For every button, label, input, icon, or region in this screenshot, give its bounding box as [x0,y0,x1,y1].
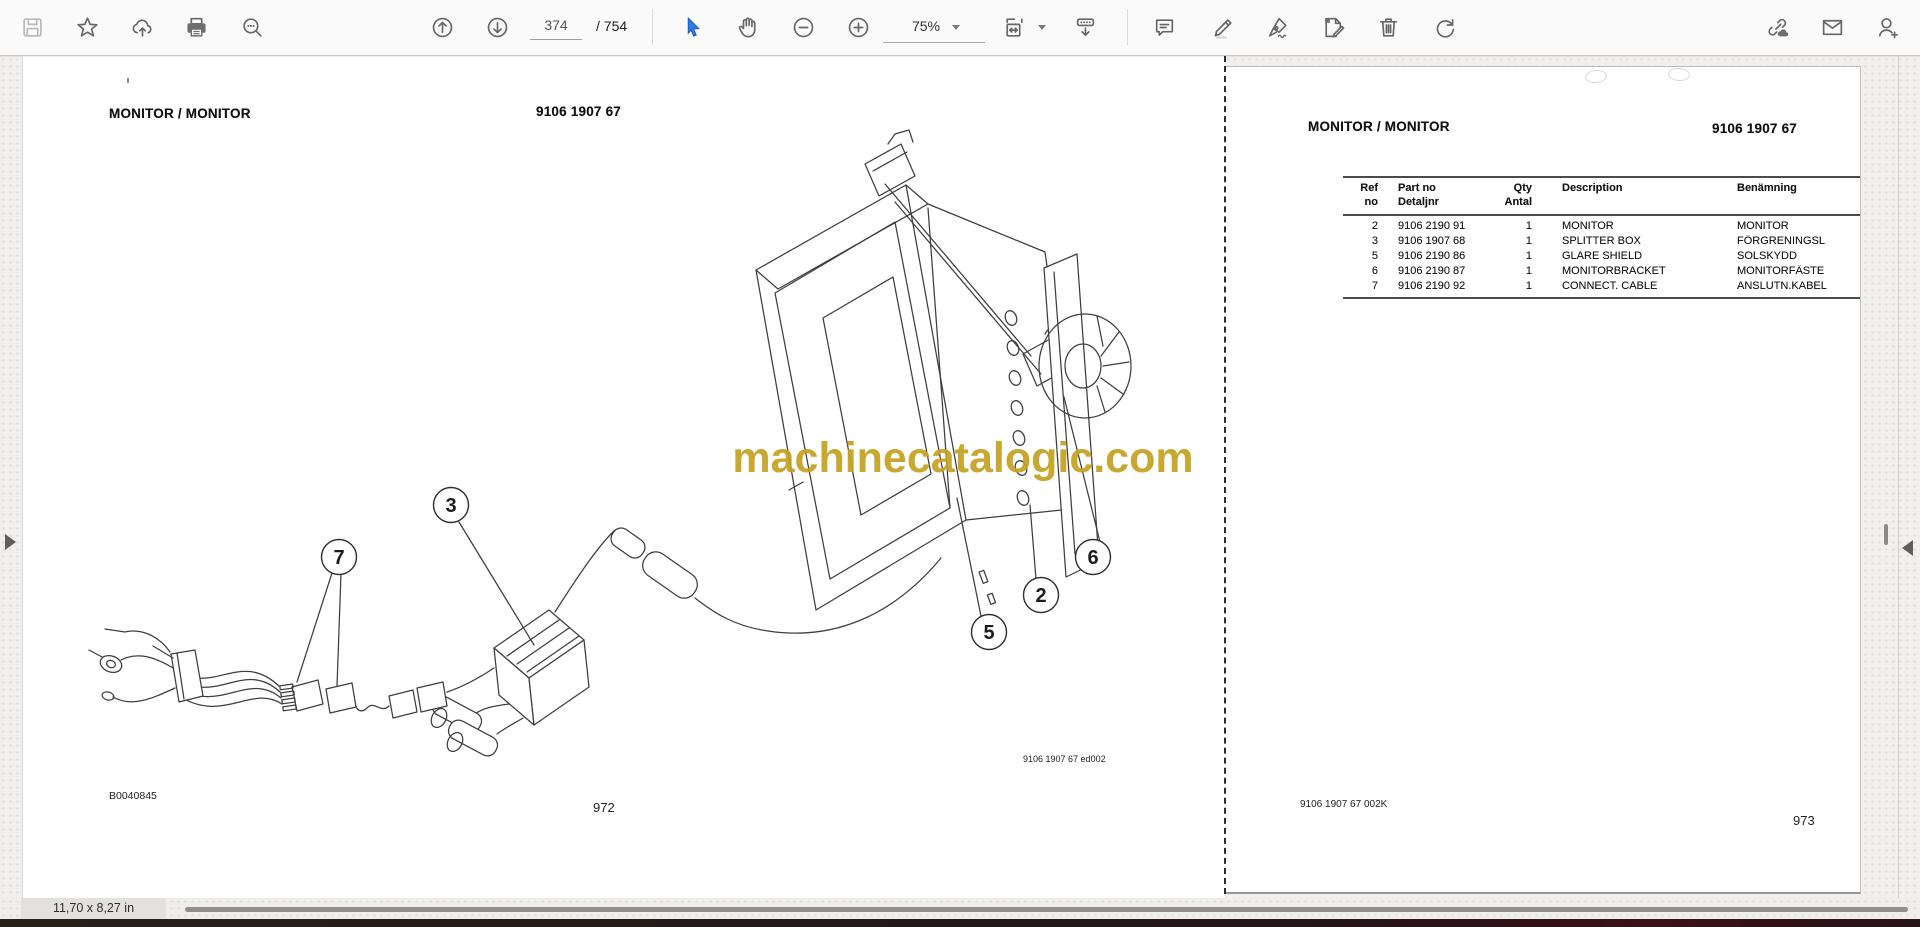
rotate-right-icon [1436,18,1454,38]
vertical-scrollbar-thumb[interactable] [1884,524,1888,545]
hand-icon [738,17,756,38]
edit-page-icon [1324,17,1344,38]
print-button[interactable] [182,13,210,41]
link-cloud-icon [1767,18,1788,36]
svg-text:6: 6 [1087,547,1098,569]
save-icon [22,17,42,37]
zoom-underline [883,42,985,43]
highlighter-icon [1214,18,1232,39]
trash-icon [1379,17,1397,37]
continuous-scroll-button[interactable] [1071,13,1099,41]
taskbar-edge [0,919,1920,927]
zoom-in-button[interactable] [844,13,872,41]
right-panel-divider [1898,56,1899,902]
zoom-out-button[interactable] [789,13,817,41]
share-link-button[interactable] [1763,13,1791,41]
drawing-ref: 9106 1907 67 ed002 [1023,754,1106,764]
cursor-icon [687,16,700,37]
zoom-in-icon [848,17,868,37]
person-add-icon [1878,17,1898,38]
add-contact-button[interactable] [1873,13,1901,41]
svg-text:3: 3 [445,495,456,517]
right-footer-ref: 9106 1907 67 002K [1300,799,1388,810]
toolbar: 374 / 754 75% [0,0,1920,56]
cloud-upload-icon [132,19,151,37]
figure-code: B0040845 [109,790,157,802]
zoom-level-value[interactable]: 75% [885,12,940,40]
pdf-page-left: MONITOR / MONITOR 9106 1907 67 3 7 5 2 6… [22,56,1225,898]
select-tool-button[interactable] [679,13,707,41]
right-page-doc-number: 9106 1907 67 [1712,121,1797,136]
horizontal-scrollbar-thumb[interactable] [185,907,1908,912]
header-part-no: Part no Detaljnr [1398,182,1439,208]
table-row: 6 9106 2190 87 1 MONITORBRACKET MONITORF… [1371,264,1825,277]
header-qty: Qty Antal [1504,182,1533,208]
table-row: 3 9106 1907 68 1 SPLITTER BOX FÖRGRENING… [1371,234,1826,247]
fit-page-caret[interactable] [1038,25,1046,30]
header-description: Description [1562,182,1623,194]
header-ref: Ref no [1360,182,1378,208]
callout-2: 2 [1022,576,1060,614]
zoom-out-icon [793,17,813,37]
search-icon [242,17,262,37]
page-divider [1224,56,1226,894]
right-page-number: 973 [1793,813,1815,828]
page-up-icon [432,17,452,37]
comment-button[interactable] [1150,13,1178,41]
pdf-page-right: MONITOR / MONITOR 9106 1907 67 Ref no Par… [1225,66,1861,894]
share-upload-button[interactable] [128,13,156,41]
previous-page-button[interactable] [428,13,456,41]
right-panel-expand-handle[interactable] [1902,540,1913,556]
zoom-dropdown-caret[interactable] [952,25,960,30]
page-down-icon [487,17,507,37]
delete-button[interactable] [1374,13,1402,41]
edit-page-button[interactable] [1319,13,1347,41]
save-button[interactable] [18,13,46,41]
fit-page-button[interactable] [1000,13,1028,41]
left-panel-expand-handle[interactable] [5,534,16,550]
star-icon [76,16,98,37]
printer-icon [186,17,206,37]
next-page-button[interactable] [483,13,511,41]
fit-page-icon [1005,17,1023,37]
envelope-icon [1822,19,1842,35]
table-row: 7 9106 2190 92 1 CONNECT. CABLE ANSLUTN.… [1371,279,1827,292]
callout-5: 5 [970,613,1008,651]
left-page-number: 972 [593,800,615,815]
parts-table-header: Ref no Part no Detaljnr Qty Antal Descripti… [1343,178,1860,216]
watermark: machinecatalogic.com [732,434,1194,482]
toolbar-separator [1127,9,1128,45]
toolbar-separator [652,9,653,45]
header-benamning: Benämning [1737,182,1797,194]
rotate-button[interactable] [1430,13,1458,41]
signature-button[interactable] [1263,13,1291,41]
search-button[interactable] [238,13,266,41]
callout-7: 7 [320,538,358,576]
scan-oval-mark [1584,68,1608,85]
table-row: 2 9106 2190 91 1 MONITOR MONITOR [1371,219,1789,232]
email-button[interactable] [1818,13,1846,41]
callout-3: 3 [432,486,470,524]
svg-text:2: 2 [1035,585,1046,607]
comment-icon [1155,18,1173,36]
right-page-title: MONITOR / MONITOR [1308,119,1450,134]
scroll-mode-icon [1076,17,1094,36]
bookmark-button[interactable] [73,13,101,41]
highlight-button[interactable] [1209,13,1237,41]
table-row: 5 9106 2190 86 1 GLARE SHIELD SOLSKYDD [1371,249,1797,262]
status-bar: 11,70 x 8,27 in [0,898,1920,919]
page-dimensions-label: 11,70 x 8,27 in [21,898,166,919]
svg-text:7: 7 [333,547,344,569]
svg-text:5: 5 [983,622,994,644]
scan-oval-mark [1667,67,1691,82]
page-number-input[interactable]: 374 [530,12,582,40]
hand-tool-button[interactable] [734,13,762,41]
page-total-label: / 754 [596,18,628,34]
callout-6: 6 [1074,538,1112,576]
fountain-pen-icon [1268,17,1287,38]
parts-table: Ref no Part no Detaljnr Qty Antal Descripti… [1343,176,1860,299]
pdf-viewer-window: 374 / 754 75% MONITOR / MONITOR 9106 190… [0,0,1920,927]
document-canvas: MONITOR / MONITOR 9106 1907 67 3 7 5 2 6… [0,56,1920,902]
